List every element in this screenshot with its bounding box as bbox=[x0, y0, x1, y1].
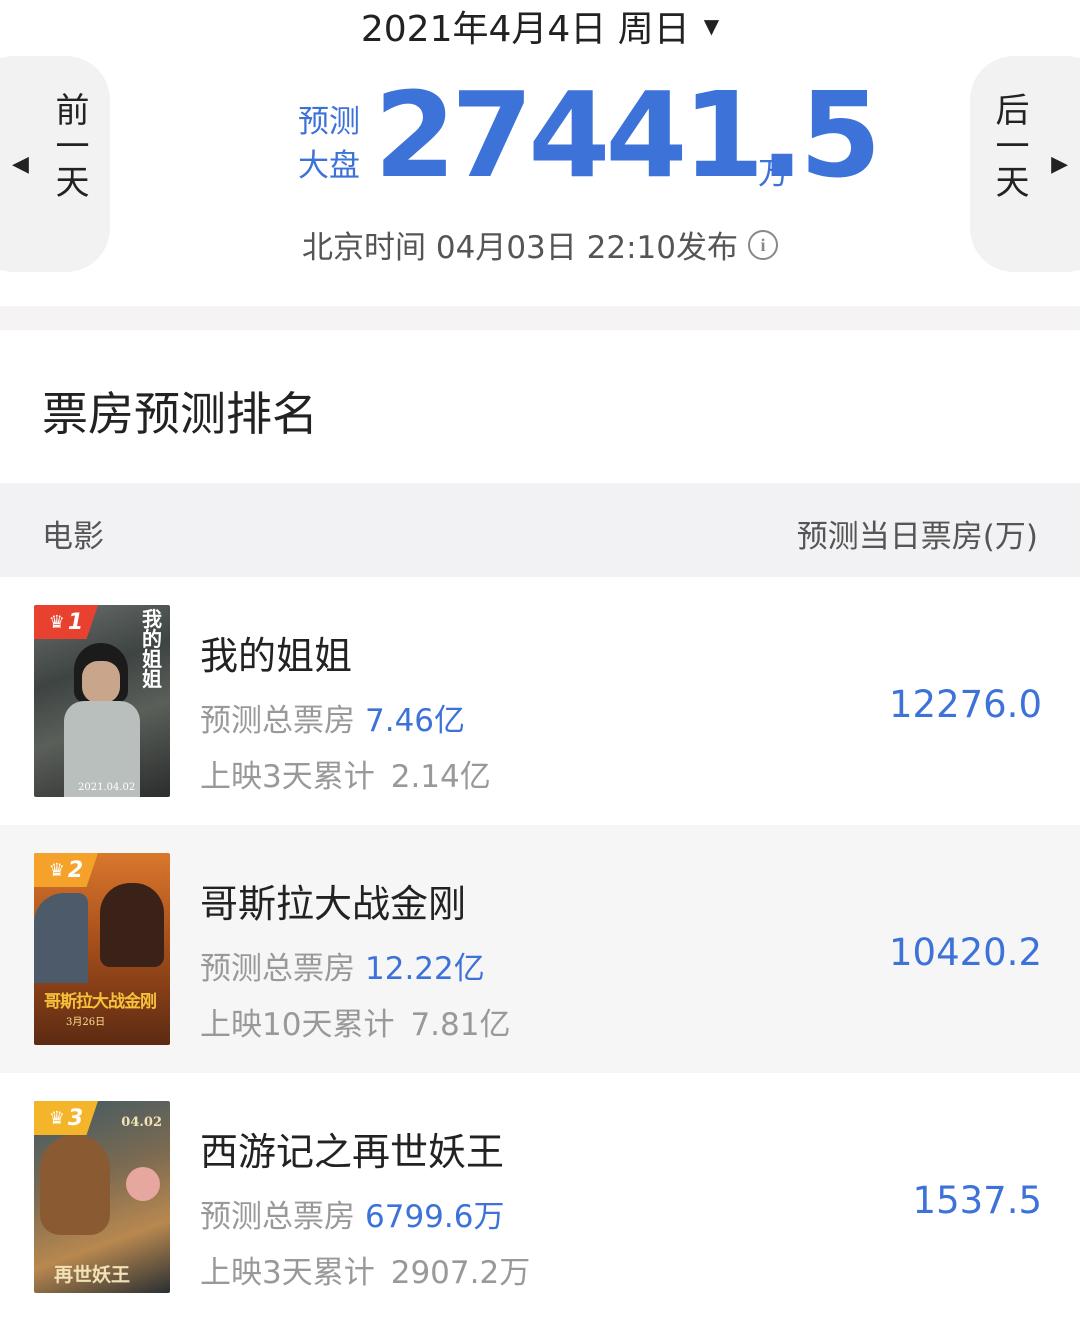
movie-row[interactable]: 04.02 再世妖王 ♛ 3 西游记之再世妖王 预测总票房 6799.6万 上映3… bbox=[0, 1073, 1080, 1321]
rank-badge: ♛ 2 bbox=[34, 853, 98, 887]
rank-number: 3 bbox=[67, 1105, 84, 1131]
forecast-label-line2: 大盘 bbox=[298, 148, 360, 184]
total-value: 6799.6万 bbox=[365, 1199, 505, 1235]
movie-poster: 哥斯拉大战金刚 3月26日 ♛ 2 bbox=[34, 853, 170, 1045]
total-label: 预测总票房 bbox=[200, 703, 355, 739]
movie-cumulative: 上映3天累计 2.14亿 bbox=[200, 751, 491, 796]
info-icon[interactable]: i bbox=[747, 229, 778, 260]
poster-companion bbox=[126, 1167, 160, 1201]
day-forecast-value: 1537.5 bbox=[912, 1179, 1042, 1222]
poster-kong-shape bbox=[100, 883, 164, 967]
total-value: 12.22亿 bbox=[365, 951, 485, 987]
date-selector[interactable]: 2021年4月4日 周日 ▼ bbox=[0, 0, 1080, 52]
day-forecast-value: 10420.2 bbox=[888, 931, 1042, 974]
rank-badge: ♛ 1 bbox=[34, 605, 98, 639]
day-forecast-value: 12276.0 bbox=[888, 683, 1042, 726]
movie-poster: 04.02 再世妖王 ♛ 3 bbox=[34, 1101, 170, 1293]
cumulative-value: 7.81亿 bbox=[410, 1007, 511, 1043]
poster-monkey-king bbox=[40, 1135, 110, 1235]
movie-cumulative: 上映10天累计 7.81亿 bbox=[200, 999, 510, 1044]
poster-date: 04.02 bbox=[121, 1115, 162, 1130]
section-divider bbox=[0, 306, 1080, 330]
total-value: 7.46亿 bbox=[365, 703, 466, 739]
rank-number: 1 bbox=[67, 609, 84, 635]
date-label: 2021年4月4日 周日 bbox=[360, 9, 690, 50]
chevron-left-icon: ◀ bbox=[12, 151, 29, 177]
cumulative-label: 上映3天累计 bbox=[200, 1255, 375, 1291]
movie-title: 哥斯拉大战金刚 bbox=[200, 882, 467, 926]
publish-info: 北京时间 04月03日 22:10发布 i bbox=[0, 222, 1080, 267]
poster-figure-face bbox=[82, 661, 120, 703]
prev-day-label: 前一天 bbox=[49, 92, 89, 200]
poster-godzilla-shape bbox=[34, 893, 88, 983]
total-label: 预测总票房 bbox=[200, 1199, 355, 1235]
column-header-forecast: 预测当日票房(万) bbox=[796, 519, 1038, 555]
poster-date: 2021.04.02 bbox=[78, 782, 136, 793]
rank-number: 2 bbox=[67, 857, 84, 883]
cumulative-value: 2.14亿 bbox=[390, 759, 491, 795]
cumulative-value: 2907.2万 bbox=[390, 1255, 531, 1291]
poster-title: 哥斯拉大战金刚 bbox=[44, 992, 157, 1012]
table-header: 电影 预测当日票房(万) bbox=[0, 483, 1080, 577]
crown-icon: ♛ bbox=[48, 1107, 65, 1129]
movie-total-forecast: 预测总票房 6799.6万 bbox=[200, 1191, 504, 1236]
caret-down-icon: ▼ bbox=[703, 14, 720, 38]
movie-cumulative: 上映3天累计 2907.2万 bbox=[200, 1247, 530, 1292]
crown-icon: ♛ bbox=[48, 859, 65, 881]
movie-title: 西游记之再世妖王 bbox=[200, 1130, 505, 1174]
movie-row[interactable]: 哥斯拉大战金刚 3月26日 ♛ 2 哥斯拉大战金刚 预测总票房 12.22亿 上映… bbox=[0, 825, 1080, 1073]
crown-icon: ♛ bbox=[48, 611, 65, 633]
rank-badge: ♛ 3 bbox=[34, 1101, 98, 1135]
poster-date: 3月26日 bbox=[66, 1017, 106, 1028]
movie-total-forecast: 预测总票房 12.22亿 bbox=[200, 943, 485, 988]
column-header-movie: 电影 bbox=[42, 519, 104, 555]
forecast-total-value: 27441.5 bbox=[374, 66, 881, 204]
movie-total-forecast: 预测总票房 7.46亿 bbox=[200, 695, 465, 740]
movie-poster: 我的姐姐 2021.04.02 ♛ 1 bbox=[34, 605, 170, 797]
movie-title: 我的姐姐 bbox=[200, 634, 353, 678]
section-title: 票房预测排名 bbox=[42, 387, 318, 441]
publish-text: 北京时间 04月03日 22:10发布 bbox=[302, 230, 738, 266]
forecast-label: 预测 大盘 bbox=[298, 100, 368, 188]
movie-row[interactable]: 我的姐姐 2021.04.02 ♛ 1 我的姐姐 预测总票房 7.46亿 上映3天… bbox=[0, 577, 1080, 825]
forecast-unit: 万 bbox=[758, 156, 789, 192]
poster-title: 再世妖王 bbox=[54, 1264, 131, 1286]
poster-vertical-title: 我的姐姐 bbox=[142, 607, 162, 691]
forecast-label-line1: 预测 bbox=[298, 104, 360, 140]
movie-list: 我的姐姐 2021.04.02 ♛ 1 我的姐姐 预测总票房 7.46亿 上映3天… bbox=[0, 577, 1080, 1321]
cumulative-label: 上映10天累计 bbox=[200, 1007, 395, 1043]
cumulative-label: 上映3天累计 bbox=[200, 759, 375, 795]
chevron-right-icon: ▶ bbox=[1051, 151, 1068, 177]
next-day-label: 后一天 bbox=[989, 92, 1029, 200]
total-label: 预测总票房 bbox=[200, 951, 355, 987]
